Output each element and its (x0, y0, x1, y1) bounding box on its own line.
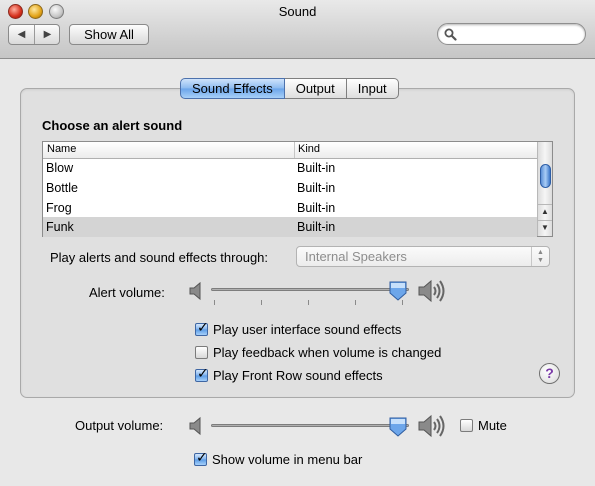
checkbox-box[interactable]: ✓ (195, 319, 209, 336)
list-header: Name Kind (43, 142, 537, 159)
play-through-value: Internal Speakers (305, 249, 407, 264)
tab-input[interactable]: Input (346, 78, 399, 99)
row-name: Bottle (46, 181, 78, 195)
window-title: Sound (278, 4, 317, 19)
checkbox-box[interactable]: ✓ (195, 365, 209, 382)
tab-sound-effects[interactable]: Sound Effects (180, 78, 285, 99)
list-row[interactable]: Blow Built-in (43, 158, 537, 178)
speaker-quiet-icon (189, 281, 201, 301)
row-name: Funk (46, 220, 74, 234)
scroll-up-arrow-icon[interactable]: ▲ (538, 204, 552, 219)
scroll-down-arrow-icon[interactable]: ▼ (538, 220, 552, 235)
speaker-quiet-icon (189, 416, 201, 436)
forward-button[interactable]: ▶ (35, 25, 60, 44)
play-through-label: Play alerts and sound effects through: (50, 250, 269, 265)
back-button[interactable]: ◀ (9, 25, 35, 44)
output-volume-knob[interactable] (389, 417, 407, 437)
alert-volume-slider[interactable] (211, 281, 409, 308)
row-kind: Built-in (297, 201, 336, 215)
column-header-kind[interactable]: Kind (298, 143, 320, 155)
show-all-button[interactable]: Show All (69, 24, 149, 45)
slider-track (211, 424, 409, 427)
speaker-loud-icon (418, 414, 445, 438)
checkbox-box[interactable] (460, 419, 473, 432)
popup-arrows-icon: ▲ ▼ (531, 247, 549, 266)
slider-tick (261, 300, 262, 305)
checkbox-label: Play Front Row sound effects (213, 368, 383, 383)
mute-label: Mute (478, 418, 507, 433)
search-input[interactable] (460, 26, 578, 42)
row-name: Frog (46, 201, 72, 215)
checkmark-icon: ✓ (197, 319, 209, 335)
search-field[interactable] (437, 23, 586, 45)
checkbox-label: Play user interface sound effects (213, 322, 402, 337)
output-volume-label: Output volume: (75, 418, 164, 433)
forward-arrow-icon: ▶ (43, 29, 52, 40)
row-kind: Built-in (297, 161, 336, 175)
mute-checkbox[interactable]: Mute (460, 418, 507, 433)
alert-volume-label: Alert volume: (89, 285, 165, 300)
row-kind: Built-in (297, 220, 336, 234)
back-forward-control: ◀ ▶ (8, 24, 60, 45)
checkbox-box[interactable] (195, 346, 208, 359)
front-row-checkbox[interactable]: ✓ Play Front Row sound effects (195, 365, 383, 383)
help-button[interactable]: ? (539, 363, 560, 384)
scroll-thumb[interactable] (540, 164, 551, 188)
checkmark-icon: ✓ (197, 365, 209, 381)
back-arrow-icon: ◀ (17, 29, 26, 40)
ui-sound-effects-checkbox[interactable]: ✓ Play user interface sound effects (195, 319, 402, 337)
alert-sound-list[interactable]: Name Kind Blow Built-in Bottle Built-in … (42, 141, 553, 237)
list-row[interactable]: Bottle Built-in (43, 178, 537, 198)
row-kind: Built-in (297, 181, 336, 195)
play-through-popup[interactable]: Internal Speakers ▲ ▼ (296, 246, 550, 267)
tab-bar: Sound Effects Output Input (180, 78, 399, 99)
checkmark-icon: ✓ (196, 449, 208, 465)
list-scrollbar[interactable]: ▲ ▼ (537, 142, 552, 236)
column-header-name[interactable]: Name (47, 143, 76, 155)
search-icon (444, 28, 457, 41)
alert-volume-knob[interactable] (389, 281, 407, 301)
speaker-loud-icon (418, 279, 445, 303)
column-divider (294, 142, 295, 158)
list-row-selected[interactable]: Funk Built-in (43, 217, 537, 237)
checkbox-label: Show volume in menu bar (212, 452, 363, 467)
tab-output[interactable]: Output (284, 78, 347, 99)
slider-track (211, 288, 409, 291)
checkbox-label: Play feedback when volume is changed (213, 345, 442, 360)
slider-tick (355, 300, 356, 305)
slider-tick (214, 300, 215, 305)
checkbox-box[interactable]: ✓ (194, 449, 208, 466)
list-row[interactable]: Frog Built-in (43, 198, 537, 218)
show-volume-checkbox[interactable]: ✓ Show volume in menu bar (194, 449, 363, 467)
feedback-volume-checkbox[interactable]: Play feedback when volume is changed (195, 345, 441, 360)
section-title: Choose an alert sound (42, 118, 183, 133)
slider-tick (308, 300, 309, 305)
output-volume-slider[interactable] (211, 417, 409, 444)
row-name: Blow (46, 161, 74, 175)
window-titlebar: Sound ◀ ▶ Show All (0, 0, 595, 59)
